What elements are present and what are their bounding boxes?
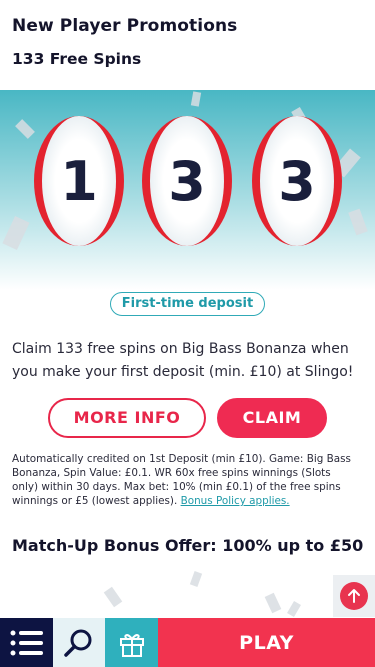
menu-icon [10,630,43,655]
promo-terms: Automatically credited on 1st Deposit (m… [12,452,357,508]
next-offer-title: Match-Up Bonus Offer: 100% up to £50 [12,536,364,555]
play-button[interactable]: PLAY [158,618,375,667]
promo-title: 133 Free Spins [12,50,142,68]
reel-digit: 1 [60,149,98,213]
confetti-piece [190,91,202,107]
confetti-piece [103,586,123,608]
menu-button[interactable] [0,618,53,667]
confetti-piece [189,571,203,587]
bottom-nav: PLAY [0,618,375,667]
arrow-up-icon [340,582,368,610]
claim-button[interactable]: CLAIM [217,398,327,438]
confetti-piece [287,600,301,618]
gift-icon [119,633,144,657]
reel-digit: 3 [168,149,206,213]
next-offer-image [0,568,375,620]
confetti-piece [264,592,282,614]
promo-description: Claim 133 free spins on Big Bass Bonanza… [12,341,354,380]
promo-hero-image: 1 3 3 [0,90,375,290]
bonus-policy-link[interactable]: Bonus Policy applies. [181,495,290,507]
first-deposit-badge: First-time deposit [110,292,265,316]
scroll-to-top-button[interactable] [333,575,375,617]
confetti-piece [2,216,30,250]
more-info-button[interactable]: MORE INFO [48,398,206,438]
page-title: New Player Promotions [12,16,238,36]
page-header: New Player Promotions 133 Free Spins [0,0,375,68]
slot-reel-1: 1 [34,116,124,246]
slot-reel-3: 3 [252,116,342,246]
reel-digit: 3 [278,149,316,213]
search-button[interactable] [53,618,105,667]
confetti-piece [15,119,35,139]
search-icon [64,629,92,657]
slot-reel-2: 3 [142,116,232,246]
confetti-piece [348,208,368,236]
promotions-button[interactable] [105,618,158,667]
